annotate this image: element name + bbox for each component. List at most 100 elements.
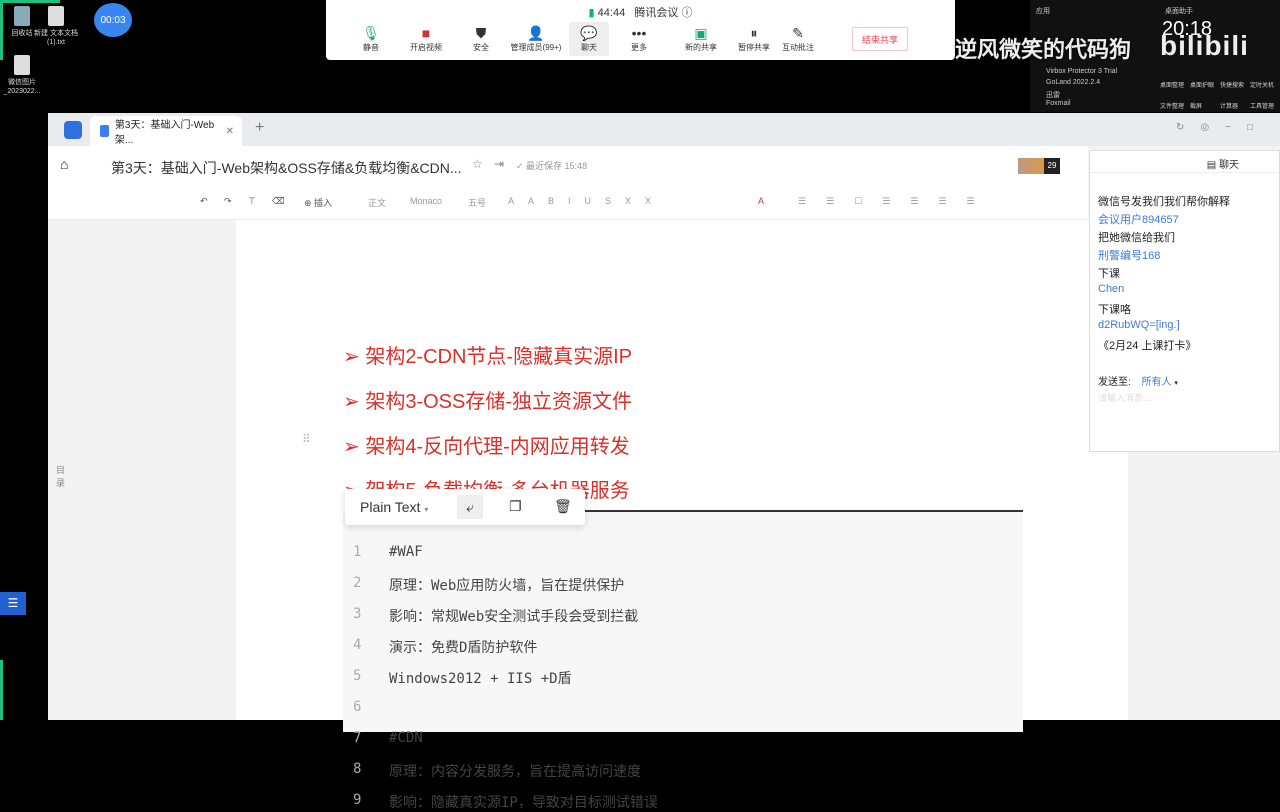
collaborator-count[interactable]: 29 (1044, 158, 1060, 174)
delete-icon[interactable]: 🗑 (554, 498, 572, 515)
chat-message: 下课咯 (1098, 304, 1131, 316)
tool-item[interactable]: 桌面整理 (1160, 80, 1190, 89)
home-icon[interactable]: ⌂ (60, 156, 68, 172)
save-status: ✓ 最近保存 15:48 (516, 161, 588, 171)
app-item[interactable]: Virbox Protector 3 Trial (1046, 68, 1117, 75)
microphone-icon: 🎙 (362, 25, 380, 41)
video-button[interactable]: ■ 开启视频 (396, 24, 456, 53)
tool-item[interactable]: 定时关机 (1250, 80, 1280, 89)
recording-timer[interactable]: 00:03 (94, 3, 132, 37)
copy-icon[interactable]: ❐ (509, 498, 522, 515)
window-controls[interactable]: ↻◎−□ (1176, 122, 1269, 133)
text-format-icons[interactable]: AABIUSXX (508, 196, 665, 206)
chat-message: 《2月24 上课打卡》 (1098, 340, 1197, 352)
chat-message: 刑警编号168 (1098, 250, 1161, 262)
code-line: 原理：内容分发服务，旨在提高访问速度 (389, 764, 641, 780)
video-overlay-text: 逆风微笑的代码狗 (955, 37, 1132, 62)
redo-icon[interactable]: ↷ (224, 196, 232, 207)
size-select[interactable]: 五号 (468, 196, 486, 209)
star-icon[interactable]: ☆ (472, 157, 483, 171)
mute-button[interactable]: 🎙 静音 (341, 24, 401, 53)
annotate-icon: ✎ (792, 25, 804, 41)
security-button[interactable]: ⛊ 安全 (451, 24, 511, 53)
code-line: Windows2012 + IIS +D盾 (389, 671, 572, 687)
format-painter-icon[interactable]: ⊤ (248, 196, 256, 207)
signal-icon: ▮ (588, 7, 595, 19)
wrap-icon[interactable]: ⤶ (457, 495, 483, 519)
chat-input[interactable]: 请输入消息... (1098, 391, 1268, 441)
insert-button[interactable]: ⊕ 插入 (304, 196, 332, 209)
bilibili-watermark: bilibili (1160, 30, 1249, 61)
font-color-icon[interactable]: A (758, 196, 764, 206)
font-select[interactable]: Monaco (410, 196, 442, 206)
tab-document[interactable]: 第3天：基础入门-Web架... ✕ (90, 116, 242, 146)
tool-item[interactable]: 工具管理 (1250, 101, 1280, 110)
recycle-bin-icon (14, 6, 30, 26)
style-select[interactable]: 正文 (368, 196, 386, 209)
image-file-icon (14, 55, 30, 75)
eraser-icon[interactable]: ⌫ (272, 196, 285, 207)
info-icon[interactable]: ⓘ (681, 7, 692, 19)
code-block[interactable]: 1 #WAF 2 原理：Web应用防火墙，旨在提供保护 3 影响：常规Web安全测试手段会… (343, 512, 1023, 811)
tool-item[interactable]: 截屏 (1190, 101, 1220, 110)
tool-item[interactable]: 计算器 (1220, 101, 1250, 110)
code-toolbar: Plain Text ▾ ⤶ ❐ 🗑 (345, 489, 585, 525)
chat-icon: 💬 (580, 25, 598, 41)
toc-button[interactable]: 目录 (56, 463, 66, 489)
chat-message: d2RubWQ=[ing.] (1098, 319, 1180, 331)
new-share-button[interactable]: ▣ 新的共享 (671, 24, 731, 53)
camera-off-icon: ■ (421, 25, 431, 41)
meeting-time: 44:44 (597, 7, 626, 19)
move-icon[interactable]: ⇥ (494, 157, 504, 171)
app-item[interactable]: Foxmail (1046, 100, 1071, 107)
line-number: 6 (353, 699, 362, 715)
chat-message: Chen (1098, 283, 1125, 295)
desktop-icon-image[interactable]: 微信图片_2023022... (0, 55, 44, 96)
members-button[interactable]: 👤 管理成员(99+) (506, 24, 566, 53)
end-share-button[interactable]: 结束共享 (852, 27, 908, 51)
more-button[interactable]: ••• 更多 (609, 24, 669, 53)
tool-item[interactable]: 快捷搜索 (1220, 80, 1250, 89)
code-line: 影响：隐藏真实源IP，导致对目标测试错误 (389, 795, 658, 811)
more-icon: ••• (631, 25, 647, 41)
file-icon (48, 6, 64, 26)
recipient-select[interactable]: 所有人 (1142, 377, 1172, 388)
meeting-toolbar: ▮ 44:44 腾讯会议 ⓘ 🎙 静音 ■ 开启视频 ⛊ 安全 👤 管理成员(99+) … (326, 0, 955, 60)
outline-button[interactable]: ☰ (0, 592, 26, 615)
annotate-button[interactable]: ✎ 互动批注 (768, 24, 828, 53)
chat-header: ▤ 聊天 (1090, 151, 1279, 173)
line-number: 3 (353, 606, 362, 622)
close-tab-icon[interactable]: ✕ (226, 126, 234, 137)
desktop-icon-text-file[interactable]: 新建 文本文档 (1).txt (34, 6, 78, 47)
line-number: 1 (353, 544, 362, 560)
heading: ➢ 架构2-CDN节点-隐藏真实源IP (343, 346, 632, 368)
chat-button[interactable]: 💬 聊天 (569, 22, 609, 56)
code-line: 影响：常规Web安全测试手段会受到拦截 (389, 609, 639, 625)
code-line: #WAF (389, 544, 423, 560)
paragraph-icons[interactable]: ☰☰☐☰☰☰☰ (798, 196, 994, 207)
new-tab-button[interactable]: + (255, 119, 264, 137)
chat-message: 下课 (1098, 268, 1120, 280)
app-item[interactable]: GoLand 2022.2.4 (1046, 79, 1100, 86)
chat-panel: ▤ 聊天 微信号发我们我们帮你解释 会议用户894657 把她微信给我们 刑警编号16… (1089, 150, 1280, 452)
heading: ➢ 架构3-OSS存储-独立资源文件 (343, 391, 632, 413)
app-item[interactable]: 迅雷 (1046, 90, 1060, 100)
code-line: 原理：Web应用防火墙，旨在提供保护 (389, 578, 625, 594)
chat-message: 微信号发我们我们帮你解释 (1098, 196, 1230, 208)
chat-message: 把她微信给我们 (1098, 232, 1175, 244)
undo-icon[interactable]: ↶ (200, 196, 208, 207)
chat-icon: ▤ (1206, 160, 1217, 171)
send-to-label: 发送至: (1098, 377, 1131, 388)
drag-handle-icon[interactable]: ⠿ (302, 432, 311, 446)
chat-message: 会议用户894657 (1098, 214, 1179, 226)
tool-item[interactable]: 文件整理 (1160, 101, 1190, 110)
doc-icon (100, 125, 109, 137)
avatar-group[interactable] (1018, 158, 1046, 174)
app-logo-icon (64, 121, 82, 139)
tool-item[interactable]: 桌面护眼 (1190, 80, 1220, 89)
line-number: 2 (353, 575, 362, 591)
language-select[interactable]: Plain Text ▾ (360, 499, 428, 515)
doc-title[interactable]: 第3天：基础入门-Web架构&OSS存储&负载均衡&CDN... (111, 158, 462, 178)
meeting-app-name: 腾讯会议 (634, 7, 679, 19)
code-line: 演示：免费D盾防护软件 (389, 640, 538, 656)
